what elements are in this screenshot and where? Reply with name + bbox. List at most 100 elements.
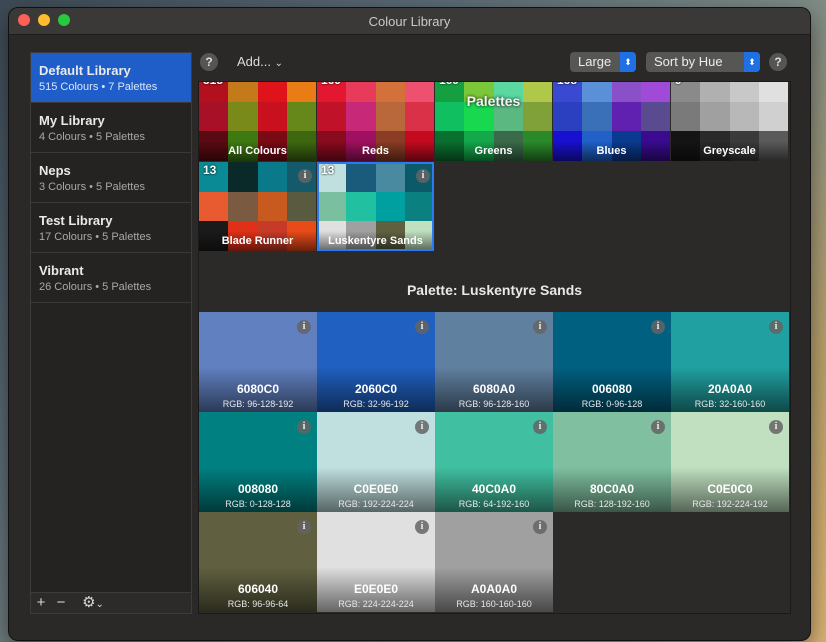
info-icon[interactable]: i [769,420,783,434]
colour-swatch[interactable]: i 6080A0 RGB: 96-128-160 [435,312,553,412]
swatch-rgb: RGB: 128-192-160 [574,499,650,509]
swatch-hex: 20A0A0 [707,382,753,396]
sidebar-item-subtitle: 3 Colours • 5 Palettes [39,181,145,193]
palette-name: Greens [435,141,552,161]
swatch-hex: C0E0C0 [707,482,753,496]
colour-swatch[interactable]: i 008080 RGB: 0-128-128 [199,412,317,512]
info-icon[interactable]: i [533,420,547,434]
swatch-rgb: RGB: 32-96-192 [343,399,409,409]
add-menu-button[interactable]: Add... ⌄ [237,54,283,69]
info-icon[interactable]: i [533,320,547,334]
swatch-rgb: RGB: 96-128-192 [222,399,294,409]
colour-swatch[interactable]: i 20A0A0 RGB: 32-160-160 [671,312,789,412]
info-icon[interactable]: i [415,320,429,334]
colour-swatch[interactable]: i A0A0A0 RGB: 160-160-160 [435,512,553,612]
palette-title: Palette: Luskentyre Sands [406,282,583,298]
up-down-chevron-icon: ⬍ [744,52,760,72]
palette-name: Blade Runner [199,231,316,251]
title-bar: Colour Library [9,8,810,35]
info-icon[interactable]: i [651,420,665,434]
sort-select-value: Sort by Hue [654,54,723,69]
sidebar-item-name: Neps [39,163,71,178]
sidebar-item-name: My Library [39,113,105,128]
swatch-rgb: RGB: 64-192-160 [458,499,530,509]
sidebar-item-name: Default Library [39,63,131,78]
palette-count: 9 [675,82,682,87]
colour-swatch[interactable]: i 80C0A0 RGB: 128-192-160 [553,412,671,512]
info-icon[interactable]: i [415,420,429,434]
sidebar-item-subtitle: 17 Colours • 5 Palettes [39,231,152,243]
swatch-hex: 008080 [237,482,279,496]
swatch-rgb: RGB: 0-96-128 [581,399,643,409]
palette-count: 168 [557,82,577,87]
palette-name: Reds [317,141,434,161]
colour-swatch[interactable]: i 6080C0 RGB: 96-128-192 [199,312,317,412]
size-select[interactable]: Large ⬍ [570,52,636,72]
sidebar-item-vibrant[interactable]: Vibrant 26 Colours • 5 Palettes [31,253,191,303]
colour-swatch[interactable]: i C0E0C0 RGB: 192-224-192 [671,412,789,512]
swatch-rgb: RGB: 192-224-224 [338,499,414,509]
colour-swatch[interactable]: i 2060C0 RGB: 32-96-192 [317,312,435,412]
swatch-hex: A0A0A0 [470,582,518,596]
palette-tile[interactable]: 515 All Colours [199,82,316,161]
size-select-value: Large [578,54,612,69]
sidebar-item-test-library[interactable]: Test Library 17 Colours • 5 Palettes [31,203,191,253]
sidebar-item-default-library[interactable]: Default Library 515 Colours • 7 Palettes [31,53,191,103]
info-icon[interactable]: i [651,320,665,334]
palette-tile[interactable]: 13 Blade Runner i [199,162,316,251]
sort-select[interactable]: Sort by Hue ⬍ [646,52,760,72]
swatch-hex: 606040 [237,582,279,596]
palette-count: 13 [203,163,217,177]
palette-name: Blues [553,141,670,161]
gear-menu-button[interactable]: ⚙⌄ [79,594,107,611]
swatch-hex: 2060C0 [354,382,398,396]
palette-count: 169 [439,82,459,87]
sidebar-item-name: Test Library [39,213,113,228]
info-icon[interactable]: i [297,520,311,534]
swatch-hex: 006080 [591,382,633,396]
swatch-rgb: RGB: 96-128-160 [458,399,530,409]
palette-tile[interactable]: 13 Luskentyre Sands i [317,162,434,251]
colour-swatch[interactable]: i 606040 RGB: 96-96-64 [199,512,317,612]
swatch-rgb: RGB: 160-160-160 [456,599,532,609]
window-title: Colour Library [368,14,451,29]
sidebar-item-neps[interactable]: Neps 3 Colours • 5 Palettes [31,153,191,203]
library-sidebar: Default Library 515 Colours • 7 Palettes… [30,52,192,614]
help-button-left[interactable]: ? [200,53,218,71]
info-icon[interactable]: i [415,520,429,534]
colour-swatch[interactable]: i 40C0A0 RGB: 64-192-160 [435,412,553,512]
selection-outline [317,162,434,251]
swatch-rgb: RGB: 96-96-64 [227,599,289,609]
up-down-chevron-icon: ⬍ [620,52,636,72]
palette-tile[interactable]: 9 Greyscale [671,82,788,161]
swatch-hex: E0E0E0 [353,582,399,596]
sidebar-footer: + − ⚙⌄ [31,592,191,613]
swatch-hex: 80C0A0 [589,482,635,496]
swatch-rgb: RGB: 0-128-128 [225,499,291,509]
sidebar-item-my-library[interactable]: My Library 4 Colours • 5 Palettes [31,103,191,153]
swatch-rgb: RGB: 224-224-224 [338,599,414,609]
swatch-rgb: RGB: 32-160-160 [694,399,766,409]
colour-swatch[interactable]: i E0E0E0 RGB: 224-224-224 [317,512,435,612]
info-icon[interactable]: i [298,169,312,183]
colour-swatch[interactable]: i C0E0E0 RGB: 192-224-224 [317,412,435,512]
help-button-right[interactable]: ? [769,53,787,71]
sidebar-item-name: Vibrant [39,263,84,278]
swatch-rgb: RGB: 192-224-192 [692,499,768,509]
info-icon[interactable]: i [297,420,311,434]
add-library-button[interactable]: + [32,594,50,611]
remove-library-button[interactable]: − [52,594,70,611]
sidebar-item-subtitle: 4 Colours • 5 Palettes [39,131,145,143]
palette-name: Greyscale [671,141,788,161]
colour-swatch[interactable]: i 006080 RGB: 0-96-128 [553,312,671,412]
info-icon[interactable]: i [769,320,783,334]
palette-tile[interactable]: 169 Reds [317,82,434,161]
swatch-hex: 40C0A0 [471,482,517,496]
palette-tile[interactable]: 168 Blues [553,82,670,161]
swatch-hex: 6080A0 [472,382,516,396]
gear-icon: ⚙ [82,594,96,611]
info-icon[interactable]: i [297,320,311,334]
sidebar-item-subtitle: 515 Colours • 7 Palettes [39,81,158,93]
swatch-hex: C0E0E0 [353,482,399,496]
info-icon[interactable]: i [533,520,547,534]
